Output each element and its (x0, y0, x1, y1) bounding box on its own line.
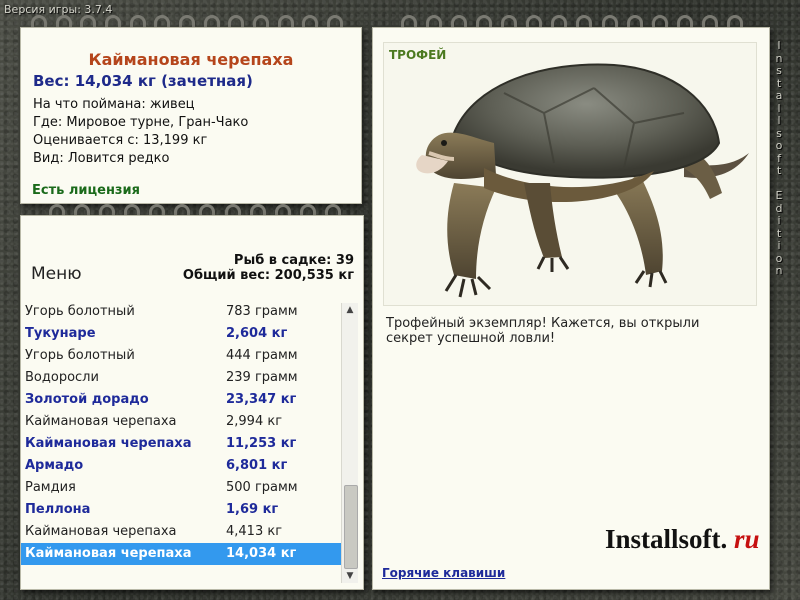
catch-list-row[interactable]: Золотой дорадо 23,347 кг (21, 389, 341, 411)
catch-list-row[interactable]: Водоросли 239 грамм (21, 367, 341, 389)
catch-fish-weight: 2,994 кг (226, 414, 283, 429)
license-status: Есть лицензия (32, 183, 140, 198)
trophy-photo: ТРОФЕЙ (383, 42, 757, 306)
edition-letter: i (777, 239, 781, 252)
scroll-down-button[interactable]: ▼ (342, 569, 358, 583)
catch-list-scrollbar[interactable]: ▲ ▼ (341, 303, 358, 583)
edition-letter: I (777, 39, 781, 52)
catch-fish-name: Угорь болотный (25, 348, 135, 363)
valued-line: Оценивается с: 13,199 кг (33, 133, 208, 148)
catch-fish-name: Тукунаре (25, 326, 96, 341)
edition-letter: l (777, 114, 781, 127)
scroll-up-button[interactable]: ▲ (342, 303, 358, 317)
catch-fish-weight: 4,413 кг (226, 524, 283, 539)
catch-list-card: Меню Рыб в садке: 39 Общий вес: 200,535 … (20, 215, 364, 590)
scroll-thumb[interactable] (344, 485, 358, 569)
catch-fish-weight: 500 грамм (226, 480, 298, 495)
keepnet-stats: Рыб в садке: 39 Общий вес: 200,535 кг (183, 253, 354, 283)
fish-details: На что поймана: живец Где: Мировое турне… (33, 96, 248, 168)
brand-main: Installsoft. (605, 524, 728, 554)
catch-fish-weight: 444 грамм (226, 348, 298, 363)
catch-list-row[interactable]: Каймановая черепаха 14,034 кг (21, 543, 341, 565)
catch-list-row[interactable]: Тукунаре 2,604 кг (21, 323, 341, 345)
trophy-card: ТРОФЕЙ Трофейный экземпляр! Кажется, вы … (372, 27, 770, 590)
catch-list-row[interactable]: Армадо 6,801 кг (21, 455, 341, 477)
catch-list-row[interactable]: Угорь болотный 444 грамм (21, 345, 341, 367)
bait-line: На что поймана: живец (33, 97, 195, 112)
fish-info-card: Каймановая черепаха Вес: 14,034 кг (заче… (20, 27, 362, 204)
fish-count: Рыб в садке: 39 (233, 253, 354, 268)
catch-list-row[interactable]: Угорь болотный 783 грамм (21, 301, 341, 323)
location-line: Где: Мировое турне, Гран-Чако (33, 115, 249, 130)
edition-letter: o (775, 139, 783, 152)
catch-fish-name: Каймановая черепаха (25, 414, 177, 429)
menu-button[interactable]: Меню (31, 264, 82, 284)
catch-fish-weight: 1,69 кг (226, 502, 279, 517)
catch-fish-weight: 11,253 кг (226, 436, 297, 451)
edition-letter: i (777, 214, 781, 227)
catch-fish-name: Рамдия (25, 480, 76, 495)
catch-list-row[interactable]: Пеллона 1,69 кг (21, 499, 341, 521)
edition-letter: E (775, 189, 783, 202)
catch-fish-name: Золотой дорадо (25, 392, 149, 407)
catch-fish-weight: 2,604 кг (226, 326, 288, 341)
catch-fish-name: Водоросли (25, 370, 99, 385)
catch-fish-weight: 6,801 кг (226, 458, 288, 473)
edition-letter: n (775, 264, 783, 277)
catch-fish-name: Армадо (25, 458, 84, 473)
fish-weight: Вес: 14,034 кг (зачетная) (33, 72, 253, 90)
catch-list-row[interactable]: Каймановая черепаха 11,253 кг (21, 433, 341, 455)
catch-fish-weight: 783 грамм (226, 304, 298, 319)
catch-fish-name: Каймановая черепаха (25, 524, 177, 539)
total-weight: Общий вес: 200,535 кг (182, 268, 354, 283)
catch-list: Угорь болотный 783 грамм Тукунаре 2,604 кг У… (21, 301, 341, 586)
trophy-description: Трофейный экземпляр! Кажется, вы открыли… (386, 316, 700, 346)
turtle-image (416, 63, 749, 298)
catch-fish-weight: 239 грамм (226, 370, 298, 385)
catch-fish-name: Каймановая черепаха (25, 546, 192, 561)
edition-letter: t (776, 164, 782, 177)
edition-vertical-text: Installsoft Edition (772, 39, 786, 278)
catch-list-row[interactable]: Рамдия 500 грамм (21, 477, 341, 499)
catch-fish-name: Каймановая черепаха (25, 436, 192, 451)
brand-ru: ru (734, 524, 760, 554)
installsoft-logo: Installsoft. ru (605, 524, 760, 555)
catch-fish-weight: 23,347 кг (226, 392, 297, 407)
catch-fish-weight: 14,034 кг (226, 546, 297, 561)
catch-list-row[interactable]: Каймановая черепаха 4,413 кг (21, 521, 341, 543)
edition-letter: s (776, 64, 782, 77)
edition-letter: a (775, 89, 783, 102)
catch-fish-name: Угорь болотный (25, 304, 135, 319)
catch-list-row[interactable]: Каймановая черепаха 2,994 кг (21, 411, 341, 433)
species-line: Вид: Ловится редко (33, 151, 170, 166)
hotkeys-link[interactable]: Горячие клавиши (382, 566, 505, 580)
fish-title: Каймановая черепаха (88, 50, 294, 69)
catch-fish-name: Пеллона (25, 502, 91, 517)
